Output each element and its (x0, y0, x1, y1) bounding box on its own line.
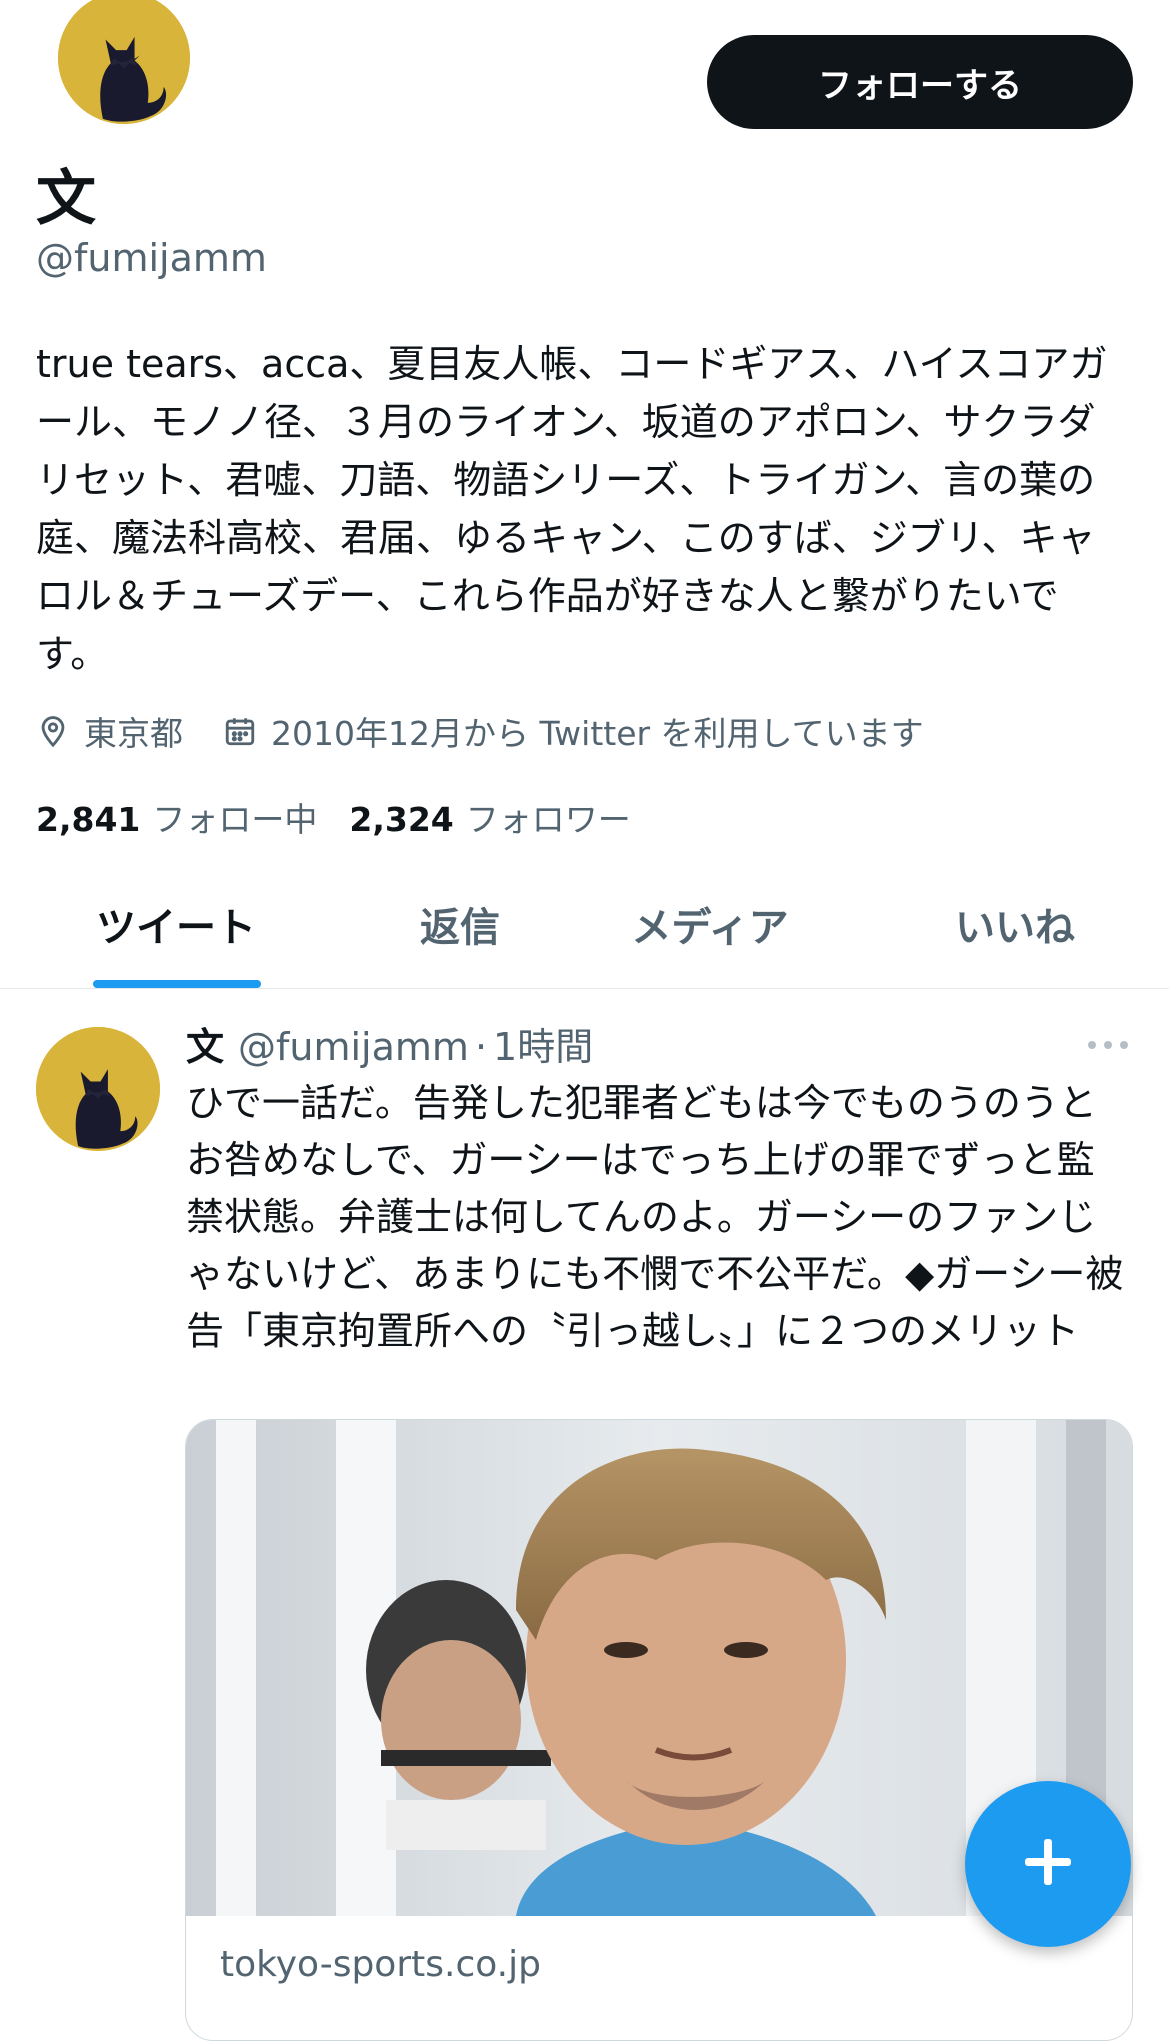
profile-location: 東京都 (84, 714, 183, 753)
tab-tweets[interactable]: ツイート (60, 860, 292, 988)
profile-avatar[interactable] (58, 0, 190, 124)
cat-avatar-icon (58, 0, 190, 124)
more-options-icon[interactable] (1084, 1036, 1132, 1054)
tweet-separator: · (474, 1025, 488, 1069)
link-card-domain: tokyo-sports.co.jp (220, 1944, 541, 1985)
tweet-header: 文 @fumijamm · 1時間 (186, 1016, 593, 1071)
tweet-author-handle[interactable]: @fumijamm (238, 1025, 469, 1069)
following-label: フォロー中 (152, 800, 318, 839)
plus-icon (1021, 1835, 1075, 1893)
link-preview-card[interactable]: tokyo-sports.co.jp (185, 1419, 1133, 2041)
following-count: 2,841 (36, 800, 141, 839)
following-link[interactable]: 2,841 フォロー中 (36, 793, 317, 841)
tab-replies[interactable]: 返信 (340, 860, 580, 988)
location-pin-icon (36, 714, 70, 748)
follow-button[interactable]: フォローする (707, 35, 1133, 129)
profile-meta: 東京都 2010年12月から Twitter を利用しています (36, 707, 924, 755)
active-tab-indicator (93, 980, 261, 988)
tab-likes[interactable]: いいね (900, 860, 1130, 988)
cat-avatar-icon (36, 1027, 160, 1151)
tab-media[interactable]: メディア (600, 860, 820, 988)
tweet-timestamp[interactable]: 1時間 (493, 1016, 593, 1071)
tweet-avatar[interactable] (36, 1027, 160, 1151)
followers-count: 2,324 (349, 800, 454, 839)
tweet-text: ひで一話だ。告発した犯罪者どもは今でものうのうとお咎めなしで、ガーシーはでっち上… (186, 1081, 1124, 1353)
profile-stats: 2,841 フォロー中 2,324 フォロワー (36, 793, 631, 841)
calendar-icon (223, 714, 257, 748)
followers-link[interactable]: 2,324 フォロワー (349, 793, 630, 841)
profile-joined-date: 2010年12月から Twitter を利用しています (271, 714, 924, 753)
profile-tabs: ツイート 返信 メディア いいね (0, 860, 1169, 989)
compose-tweet-button[interactable] (965, 1781, 1131, 1947)
tweet-author-name[interactable]: 文 (186, 1016, 224, 1071)
display-name: 文 (36, 164, 96, 234)
followers-label: フォロワー (465, 800, 631, 839)
profile-bio: true tears、acca、夏目友人帳、コードギアス、ハイスコアガール、モノ… (36, 342, 1108, 676)
profile-handle: @fumijamm (36, 236, 267, 280)
